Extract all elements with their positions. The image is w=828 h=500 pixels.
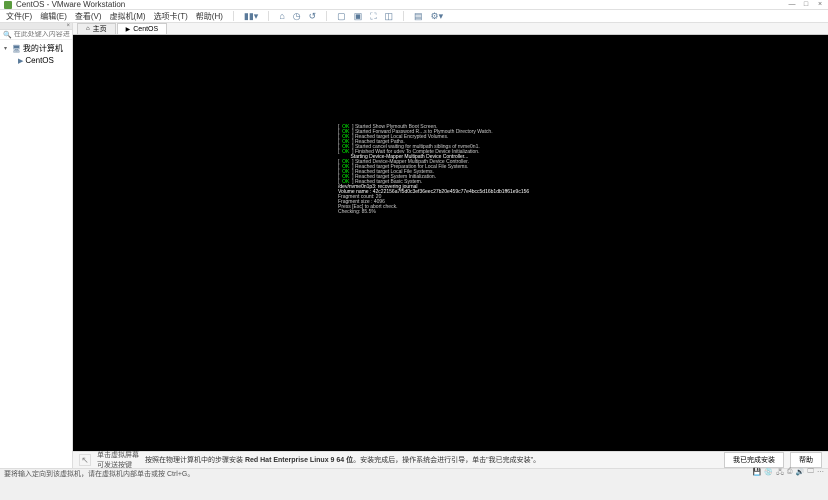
titlebar: CentOS - VMware Workstation — □ ×: [0, 0, 828, 10]
menu-file[interactable]: 文件(F): [6, 11, 32, 22]
sidebar-header: ×: [0, 23, 72, 30]
sidebar-close-icon[interactable]: ×: [66, 23, 70, 29]
tool-fullscreen-icon[interactable]: ⛶: [370, 11, 376, 22]
maximize-button[interactable]: □: [802, 1, 810, 9]
install-status-bar: ↖ 单击虚拟屏幕 可发送按键 按照在物理计算机中的步骤安装 Red Hat En…: [73, 451, 828, 468]
footer-statusbar: 要将输入定向到该虚拟机，请在虚拟机内部单击或按 Ctrl+G。 💾 💿 🖧 ⎙ …: [0, 468, 828, 478]
device-sound-icon[interactable]: 🔊: [796, 468, 805, 479]
sidebar-search: 🔍 ▾: [0, 30, 72, 40]
vm-tab-icon: ▶: [126, 26, 131, 33]
menu-help[interactable]: 帮助(H): [196, 11, 223, 22]
tree-vm-label: CentOS: [25, 56, 53, 65]
tool-revert-icon[interactable]: ↺: [309, 11, 317, 22]
install-help-button[interactable]: 帮助: [790, 452, 822, 468]
device-more-icon[interactable]: ⋯: [817, 468, 824, 479]
tab-home[interactable]: ⌂ 主页: [77, 23, 116, 34]
separator: [326, 11, 327, 21]
footer-hint: 要将输入定向到该虚拟机，请在虚拟机内部单击或按 Ctrl+G。: [4, 469, 753, 479]
install-instruction: 按照在物理计算机中的步骤安装 Red Hat Enterprise Linux …: [145, 455, 718, 465]
menu-view[interactable]: 查看(V): [75, 11, 102, 22]
tool-snapshot-icon[interactable]: ◷: [293, 11, 301, 22]
pause-icon[interactable]: ▮▮▾: [244, 11, 258, 22]
vm-icon: ▶: [18, 57, 23, 65]
tab-home-label: 主页: [93, 24, 107, 34]
workspace: × 🔍 ▾ ▾ 🖥 我的计算机 ▶ CentOS ⌂ 主页: [0, 23, 828, 468]
app-icon: [4, 1, 12, 9]
device-usb-icon[interactable]: ⎙: [787, 468, 793, 479]
tool-screen1-icon[interactable]: ▢: [337, 11, 346, 22]
menu-edit[interactable]: 编辑(E): [40, 11, 67, 22]
device-display-icon[interactable]: 🖵: [807, 468, 814, 479]
click-hint-text: 单击虚拟屏幕 可发送按键: [97, 450, 139, 470]
sidebar: × 🔍 ▾ ▾ 🖥 我的计算机 ▶ CentOS: [0, 23, 73, 468]
computer-icon: 🖥: [12, 45, 21, 53]
close-button[interactable]: ×: [816, 1, 824, 9]
device-cd-icon[interactable]: 💿: [764, 468, 773, 479]
vm-console[interactable]: [ OK ] Started Show Plymouth Boot Screen…: [73, 35, 828, 451]
tool-more-icon[interactable]: ⚙▾: [431, 11, 444, 22]
separator: [403, 11, 404, 21]
tree-root-my-computer[interactable]: ▾ 🖥 我的计算机: [4, 42, 68, 55]
separator: [233, 11, 234, 21]
window-title: CentOS - VMware Workstation: [16, 0, 788, 9]
click-hint-icon: ↖: [79, 454, 91, 466]
tool-home-icon[interactable]: ⌂: [279, 11, 284, 21]
device-hdd-icon[interactable]: 💾: [753, 468, 762, 479]
menu-vm[interactable]: 虚拟机(M): [110, 11, 146, 22]
menu-tabs[interactable]: 选项卡(T): [154, 11, 188, 22]
tool-screen2-icon[interactable]: ▣: [354, 11, 363, 22]
search-icon: 🔍: [3, 31, 12, 39]
tool-unity-icon[interactable]: ◫: [385, 11, 394, 22]
tree-collapse-icon[interactable]: ▾: [4, 45, 10, 52]
home-icon: ⌂: [86, 26, 90, 32]
tree-root-label: 我的计算机: [23, 43, 63, 54]
tab-vm[interactable]: ▶ CentOS: [117, 23, 168, 34]
vm-tree: ▾ 🖥 我的计算机 ▶ CentOS: [0, 40, 72, 68]
tab-vm-label: CentOS: [133, 26, 158, 33]
separator: [268, 11, 269, 21]
tree-vm-centos[interactable]: ▶ CentOS: [4, 55, 68, 66]
main-area: ⌂ 主页 ▶ CentOS [ OK ] Started Show Plymou…: [73, 23, 828, 468]
window-controls: — □ ×: [788, 1, 824, 9]
tool-library-icon[interactable]: ▤: [414, 11, 423, 22]
device-icons: 💾 💿 🖧 ⎙ 🔊 🖵 ⋯: [753, 468, 824, 479]
install-done-button[interactable]: 我已完成安装: [724, 452, 784, 468]
menubar: 文件(F) 编辑(E) 查看(V) 虚拟机(M) 选项卡(T) 帮助(H) ▮▮…: [0, 10, 828, 23]
minimize-button[interactable]: —: [788, 1, 796, 9]
device-net-icon[interactable]: 🖧: [776, 468, 784, 479]
tabbar: ⌂ 主页 ▶ CentOS: [73, 23, 828, 35]
